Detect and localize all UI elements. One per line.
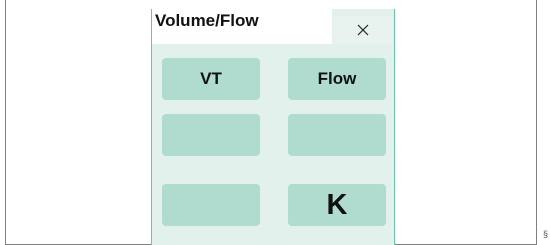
blank-button-1[interactable] [162, 114, 260, 156]
panel-title: Volume/Flow [155, 11, 259, 30]
k-button[interactable]: K [288, 184, 386, 226]
panel-titlebar: Volume/Flow [152, 9, 394, 44]
vt-button[interactable]: VT [162, 58, 260, 100]
flow-button[interactable]: Flow [288, 58, 386, 100]
close-button[interactable] [333, 16, 393, 44]
screen: § Volume/Flow VT Flow K [0, 0, 550, 245]
blank-button-3[interactable] [162, 184, 260, 226]
title-area: Volume/Flow [152, 9, 332, 44]
blank-button-2[interactable] [288, 114, 386, 156]
close-icon [357, 24, 369, 36]
corner-mark: § [543, 229, 549, 239]
